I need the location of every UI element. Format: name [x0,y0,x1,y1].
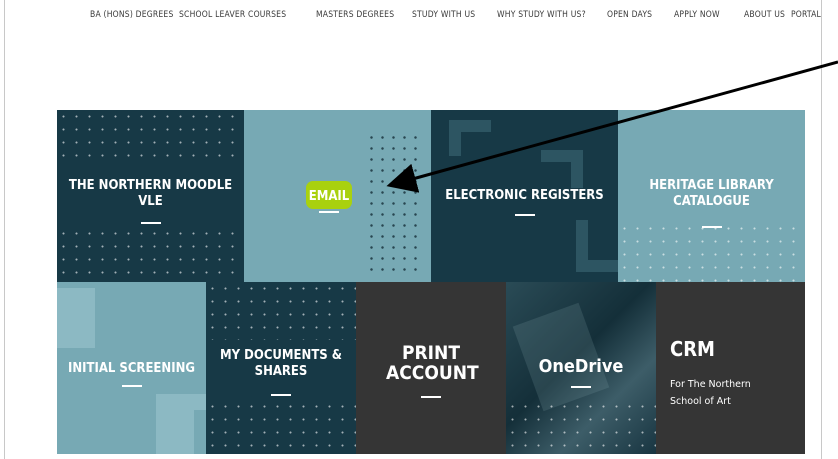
annotation-arrow [386,60,838,193]
arrow-line [386,60,838,193]
